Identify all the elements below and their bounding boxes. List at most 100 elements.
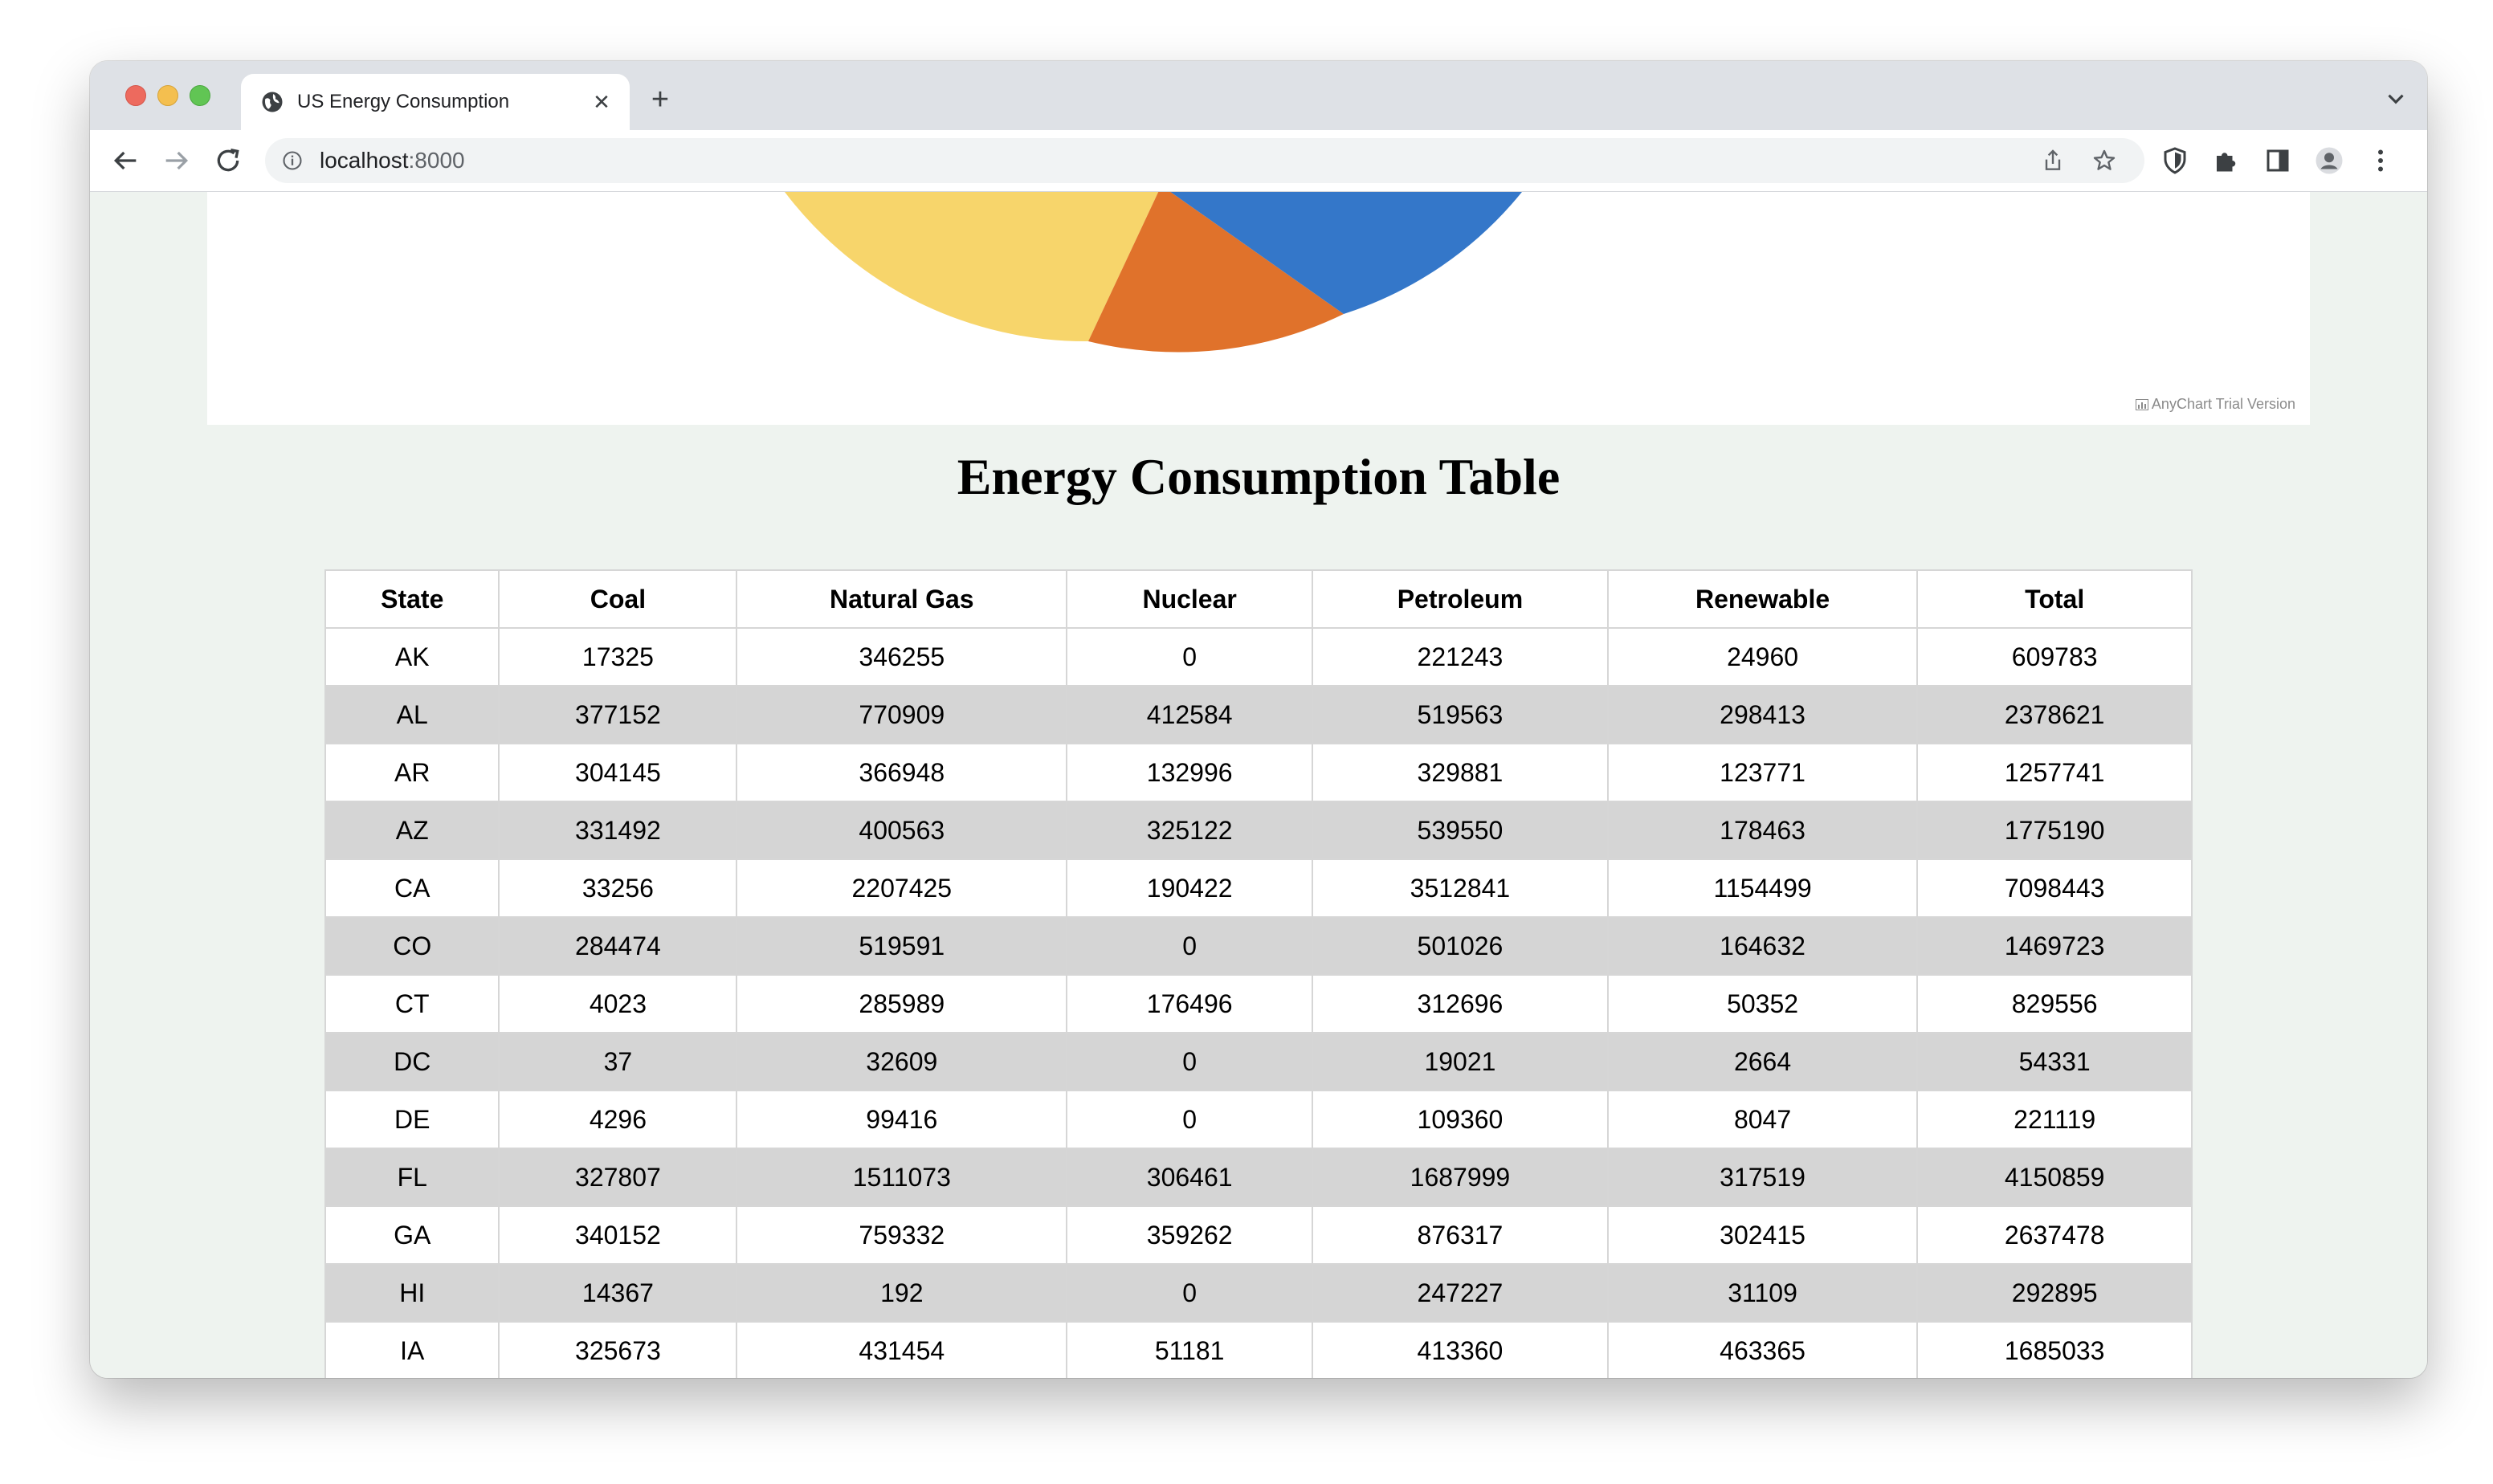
table-cell: 609783: [1916, 627, 2193, 687]
side-panel-icon[interactable]: [2263, 146, 2292, 175]
page-title: Energy Consumption Table: [957, 448, 1561, 505]
bookmark-star-icon[interactable]: [2091, 148, 2117, 173]
table-cell: 304145: [498, 743, 738, 802]
table-cell: 1775190: [1916, 801, 2193, 860]
table-row: DE 4296 99416 0 109360 8047 221119: [324, 1090, 2193, 1149]
table-cell: CA: [324, 858, 500, 918]
table-cell: 340152: [498, 1205, 738, 1265]
table-cell: 292895: [1916, 1263, 2193, 1323]
close-tab-icon[interactable]: ✕: [588, 88, 615, 116]
chart-credits[interactable]: AnyChart Trial Version: [2135, 396, 2295, 413]
table-header-row: State Coal Natural Gas Nuclear Petroleum Rene…: [324, 569, 2193, 629]
table-cell: 24960: [1606, 627, 1919, 687]
column-header: Coal: [498, 569, 738, 629]
extensions-puzzle-icon[interactable]: [2212, 146, 2241, 175]
energy-table: State Coal Natural Gas Nuclear Petroleum Rene…: [324, 569, 2193, 1378]
more-menu-icon[interactable]: [2366, 146, 2395, 175]
back-arrow-icon[interactable]: [109, 145, 141, 177]
table-cell: 325122: [1066, 801, 1314, 860]
table-cell: HI: [324, 1263, 500, 1323]
column-header: Renewable: [1606, 569, 1919, 629]
table-cell: 123771: [1606, 743, 1919, 802]
table-cell: 0: [1066, 1090, 1314, 1149]
table-cell: 8047: [1606, 1090, 1919, 1149]
table-cell: 109360: [1312, 1090, 1609, 1149]
table-row: IA 325673 431454 51181 413360 463365 1685033: [324, 1321, 2193, 1378]
chevron-down-icon[interactable]: [2382, 85, 2409, 112]
table-cell: 14367: [498, 1263, 738, 1323]
table-cell: 329881: [1312, 743, 1609, 802]
table-cell: 164632: [1606, 916, 1919, 976]
browser-toolbar: localhost:8000: [90, 130, 2427, 192]
table-cell: 4023: [498, 974, 738, 1034]
table-cell: 317519: [1606, 1148, 1919, 1207]
column-header: Natural Gas: [736, 569, 1068, 629]
page-content: AnyChart Trial Version Energy Consumptio…: [90, 192, 2427, 1378]
table-cell: IA: [324, 1321, 500, 1378]
table-cell: AR: [324, 743, 500, 802]
table-cell: 298413: [1606, 685, 1919, 744]
table-cell: 366948: [736, 743, 1068, 802]
table-row: AR 304145 366948 132996 329881 123771 1257741: [324, 743, 2193, 802]
minimize-window-button[interactable]: [157, 85, 178, 106]
tab-title: US Energy Consumption: [297, 91, 510, 112]
globe-icon: [262, 92, 283, 112]
table-row: CA 33256 2207425 190422 3512841 1154499 709844…: [324, 858, 2193, 918]
table-row: CO 284474 519591 0 501026 164632 1469723: [324, 916, 2193, 976]
table-cell: 99416: [736, 1090, 1068, 1149]
share-icon[interactable]: [2040, 148, 2066, 173]
table-cell: 431454: [736, 1321, 1068, 1378]
table-cell: 1511073: [736, 1148, 1068, 1207]
table-cell: 221119: [1916, 1090, 2193, 1149]
table-cell: DC: [324, 1032, 500, 1091]
table-cell: 285989: [736, 974, 1068, 1034]
zoom-window-button[interactable]: [190, 85, 210, 106]
table-cell: 346255: [736, 627, 1068, 687]
forward-arrow-icon[interactable]: [161, 145, 193, 177]
table-cell: 37: [498, 1032, 738, 1091]
table-cell: FL: [324, 1148, 500, 1207]
table-cell: 377152: [498, 685, 738, 744]
table-row: AZ 331492 400563 325122 539550 178463 1775190: [324, 801, 2193, 860]
table-cell: 17325: [498, 627, 738, 687]
table-row: HI 14367 192 0 247227 31109 292895: [324, 1263, 2193, 1323]
table-cell: 221243: [1312, 627, 1609, 687]
table-cell: 50352: [1606, 974, 1919, 1034]
table-cell: 876317: [1312, 1205, 1609, 1265]
table-cell: 0: [1066, 627, 1314, 687]
table-cell: 312696: [1312, 974, 1609, 1034]
table-cell: 54331: [1916, 1032, 2193, 1091]
table-cell: 1685033: [1916, 1321, 2193, 1378]
table-cell: 759332: [736, 1205, 1068, 1265]
table-cell: 284474: [498, 916, 738, 976]
table-body: AK 17325 346255 0 221243 24960 609783 AL 377152 7…: [324, 627, 2193, 1378]
table-cell: 327807: [498, 1148, 738, 1207]
shield-extension-icon[interactable]: [2160, 146, 2189, 175]
table-cell: 51181: [1066, 1321, 1314, 1378]
table-cell: 31109: [1606, 1263, 1919, 1323]
table-row: GA 340152 759332 359262 876317 302415 2637478: [324, 1205, 2193, 1265]
table-cell: 412584: [1066, 685, 1314, 744]
table-cell: 176496: [1066, 974, 1314, 1034]
address-bar[interactable]: localhost:8000: [265, 138, 2144, 183]
table-cell: 2378621: [1916, 685, 2193, 744]
table-cell: 331492: [498, 801, 738, 860]
table-cell: 4296: [498, 1090, 738, 1149]
table-cell: 0: [1066, 1263, 1314, 1323]
table-cell: 770909: [736, 685, 1068, 744]
info-icon[interactable]: [281, 149, 304, 172]
profile-avatar-icon[interactable]: [2315, 146, 2344, 175]
url-text: localhost:8000: [320, 148, 465, 173]
table-cell: 1257741: [1916, 743, 2193, 802]
table-cell: 2207425: [736, 858, 1068, 918]
browser-tab[interactable]: US Energy Consumption ✕: [241, 74, 630, 130]
column-header: Nuclear: [1066, 569, 1314, 629]
column-header: Petroleum: [1312, 569, 1609, 629]
table-cell: 192: [736, 1263, 1068, 1323]
table-cell: 33256: [498, 858, 738, 918]
close-window-button[interactable]: [125, 85, 146, 106]
table-cell: GA: [324, 1205, 500, 1265]
new-tab-button[interactable]: +: [644, 84, 676, 116]
reload-icon[interactable]: [212, 145, 244, 177]
table-cell: 32609: [736, 1032, 1068, 1091]
